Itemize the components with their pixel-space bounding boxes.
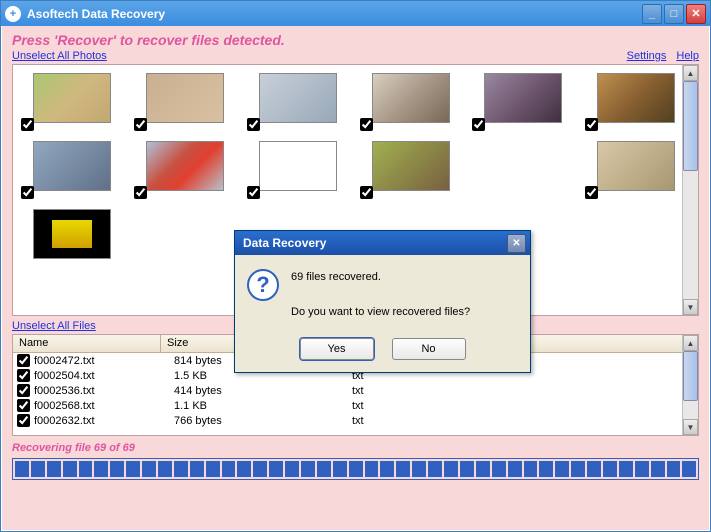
photo-checkbox[interactable] <box>585 186 598 199</box>
table-row[interactable]: f0002632.txt766 bytestxt <box>13 413 682 428</box>
photo-checkbox[interactable] <box>247 118 260 131</box>
photo-thumbnail <box>597 141 675 191</box>
photo-item[interactable] <box>581 141 694 201</box>
photo-item[interactable] <box>581 73 694 133</box>
photo-checkbox[interactable] <box>134 118 147 131</box>
file-ext: txt <box>352 385 496 397</box>
table-row[interactable]: f0002536.txt414 bytestxt <box>13 383 682 398</box>
photo-thumbnail <box>146 141 224 191</box>
dialog-body: ? 69 files recovered. Do you want to vie… <box>235 255 530 332</box>
unselect-all-files-link[interactable]: Unselect All Files <box>12 320 96 332</box>
photo-item[interactable] <box>17 209 130 269</box>
photo-checkbox[interactable] <box>360 186 373 199</box>
photo-item[interactable] <box>17 141 130 201</box>
dialog-line1: 69 files recovered. <box>291 269 470 287</box>
file-name: f0002472.txt <box>34 355 174 367</box>
dialog-text: 69 files recovered. Do you want to view … <box>291 269 470 322</box>
file-checkbox[interactable] <box>17 399 30 412</box>
scroll-down-icon[interactable]: ▼ <box>683 419 698 435</box>
photo-thumbnail <box>484 73 562 123</box>
photo-checkbox[interactable] <box>472 118 485 131</box>
status-text: Recovering file 69 of 69 <box>2 440 709 456</box>
file-size: 766 bytes <box>174 415 352 427</box>
photo-thumbnail <box>259 73 337 123</box>
yes-button[interactable]: Yes <box>300 338 374 360</box>
file-size: 414 bytes <box>174 385 352 397</box>
maximize-button[interactable]: □ <box>664 4 684 24</box>
files-scrollbar[interactable]: ▲ ▼ <box>682 335 698 435</box>
content-area: Press 'Recover' to recover files detecte… <box>2 26 709 530</box>
photo-thumbnail <box>372 141 450 191</box>
app-icon: + <box>5 6 21 22</box>
file-name: f0002632.txt <box>34 415 174 427</box>
settings-link[interactable]: Settings <box>627 50 667 62</box>
file-name: f0002568.txt <box>34 400 174 412</box>
photo-item[interactable] <box>243 73 356 133</box>
file-ext: txt <box>352 415 496 427</box>
file-ext: txt <box>352 400 496 412</box>
photos-scrollbar[interactable]: ▲ ▼ <box>682 65 698 315</box>
scroll-down-icon[interactable]: ▼ <box>683 299 698 315</box>
table-row[interactable]: f0002568.txt1.1 KBtxt <box>13 398 682 413</box>
photo-checkbox[interactable] <box>585 118 598 131</box>
photo-checkbox[interactable] <box>247 186 260 199</box>
photo-thumbnail <box>259 141 337 191</box>
recovery-dialog: Data Recovery ✕ ? 69 files recovered. Do… <box>234 230 531 373</box>
photo-checkbox[interactable] <box>360 118 373 131</box>
app-window: + Asoftech Data Recovery _ □ ✕ Press 'Re… <box>0 0 711 532</box>
file-checkbox[interactable] <box>17 369 30 382</box>
file-name: f0002504.txt <box>34 370 174 382</box>
help-link[interactable]: Help <box>676 50 699 62</box>
dialog-buttons: Yes No <box>235 332 530 372</box>
scroll-up-icon[interactable]: ▲ <box>683 65 698 81</box>
photo-thumbnail <box>33 73 111 123</box>
dialog-line2: Do you want to view recovered files? <box>291 304 470 322</box>
scroll-thumb[interactable] <box>683 81 698 171</box>
scroll-up-icon[interactable]: ▲ <box>683 335 698 351</box>
page-heading: Press 'Recover' to recover files detecte… <box>2 26 709 50</box>
photo-item[interactable] <box>130 73 243 133</box>
photo-thumbnail <box>33 209 111 259</box>
question-icon: ? <box>247 269 279 301</box>
photo-item[interactable] <box>130 141 243 201</box>
photo-checkbox[interactable] <box>134 186 147 199</box>
photo-checkbox[interactable] <box>21 118 34 131</box>
dialog-close-button[interactable]: ✕ <box>507 234 526 253</box>
titlebar: + Asoftech Data Recovery _ □ ✕ <box>1 1 710 26</box>
unselect-all-photos-link[interactable]: Unselect All Photos <box>12 50 107 62</box>
minimize-button[interactable]: _ <box>642 4 662 24</box>
photo-item[interactable] <box>243 141 356 201</box>
photo-item[interactable] <box>356 73 469 133</box>
column-header-name[interactable]: Name <box>13 335 161 352</box>
photo-thumbnail <box>33 141 111 191</box>
photo-item[interactable] <box>17 73 130 133</box>
file-size: 1.1 KB <box>174 400 352 412</box>
top-links: Unselect All Photos Settings Help <box>2 50 709 64</box>
file-checkbox[interactable] <box>17 384 30 397</box>
dialog-title: Data Recovery <box>239 236 507 250</box>
file-checkbox[interactable] <box>17 414 30 427</box>
photo-item[interactable] <box>356 141 469 201</box>
photo-item[interactable] <box>468 73 581 133</box>
window-title: Asoftech Data Recovery <box>27 7 640 21</box>
progress-bar <box>12 458 699 480</box>
photo-thumbnail <box>146 73 224 123</box>
dialog-titlebar: Data Recovery ✕ <box>235 231 530 255</box>
close-button[interactable]: ✕ <box>686 4 706 24</box>
scroll-thumb[interactable] <box>683 351 698 401</box>
file-name: f0002536.txt <box>34 385 174 397</box>
photo-checkbox[interactable] <box>21 186 34 199</box>
photo-thumbnail <box>372 73 450 123</box>
file-checkbox[interactable] <box>17 354 30 367</box>
no-button[interactable]: No <box>392 338 466 360</box>
photo-thumbnail <box>597 73 675 123</box>
